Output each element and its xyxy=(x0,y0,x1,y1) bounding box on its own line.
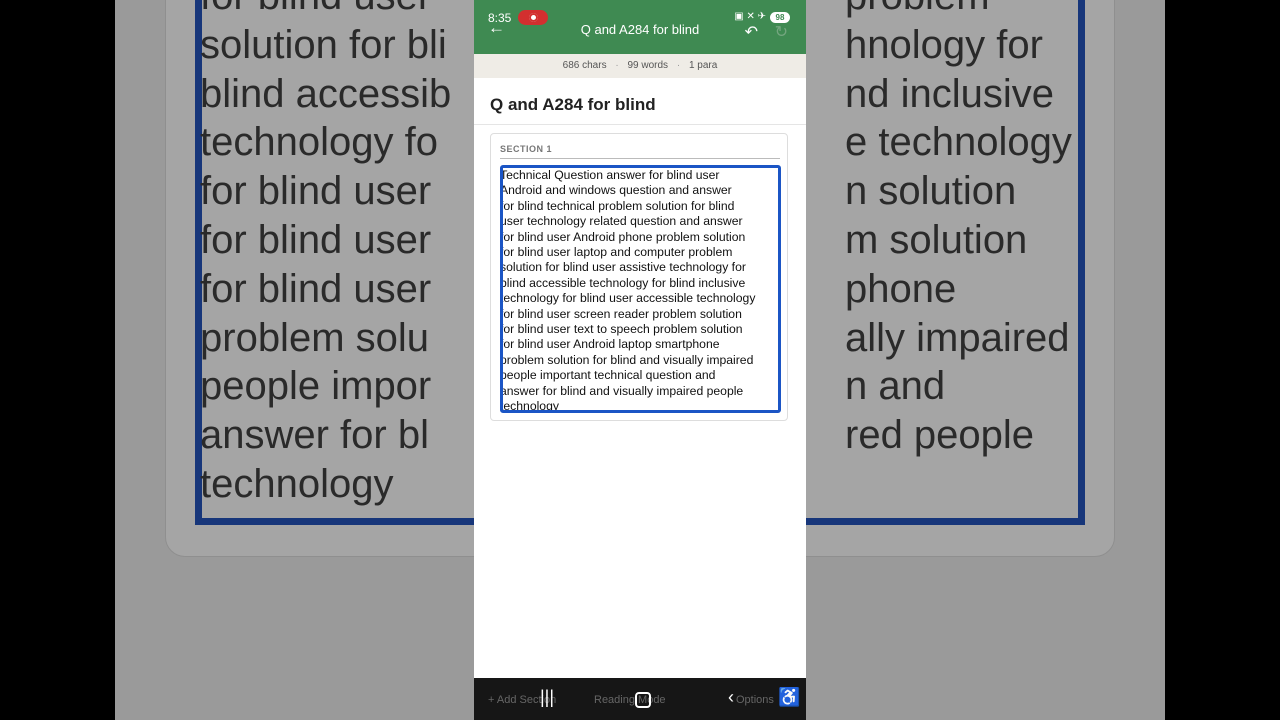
bg-line: ally impaired xyxy=(845,315,1070,360)
text-line: for blind user Android laptop smartphone xyxy=(500,337,720,352)
text-line: technology xyxy=(500,399,559,413)
text-line: problem solution for blind and visually … xyxy=(500,352,754,367)
char-count: 686 chars xyxy=(562,60,607,71)
document-title[interactable]: Q and A284 for blind xyxy=(490,95,656,115)
bg-line: n solution xyxy=(845,169,1017,214)
section-text-editor[interactable]: Technical Question answer for blind user… xyxy=(500,165,781,413)
redo-icon[interactable]: ↻ xyxy=(775,22,788,42)
text-line: technology for blind user accessible tec… xyxy=(500,291,756,306)
text-line: blind accessible technology for blind in… xyxy=(500,275,746,290)
text-line: answer for blind and visually impaired p… xyxy=(500,383,744,398)
stats-dot: · xyxy=(676,60,681,71)
stats-dot: · xyxy=(615,60,619,71)
document-stats: 686 chars · 99 words · 1 para xyxy=(474,54,806,78)
bg-line: hnology for xyxy=(845,22,1043,67)
recents-icon[interactable]: ||| xyxy=(540,687,554,708)
back-nav-icon[interactable]: ‹ xyxy=(728,687,734,708)
text-line: for blind technical problem solution for… xyxy=(500,198,735,213)
text-line: for blind user Android phone problem sol… xyxy=(500,229,746,244)
bottom-navigation: + Add Section Reading Mode Options ||| ‹… xyxy=(474,678,806,720)
app-toolbar: 8:35 ▣ ✕ ✈ 98 ← Q and A284 for blind ↶ ↻ xyxy=(474,0,806,54)
reading-mode-button[interactable]: Reading Mode xyxy=(594,694,666,706)
para-count: 1 para xyxy=(688,60,718,71)
bg-line: m solution xyxy=(845,217,1028,262)
text-line: solution for blind user assistive techno… xyxy=(500,260,746,275)
text-line: for blind user text to speech problem so… xyxy=(500,322,743,337)
phone-screen: 8:35 ▣ ✕ ✈ 98 ← Q and A284 for blind ↶ ↻… xyxy=(474,0,806,720)
text-line: for blind user screen reader problem sol… xyxy=(500,306,742,321)
text-line: Android and windows question and answer xyxy=(500,183,732,198)
word-count: 99 words xyxy=(627,60,669,71)
bg-line: nd inclusive xyxy=(845,71,1055,116)
text-line: people important technical question and xyxy=(500,368,716,383)
bg-line: n and xyxy=(845,364,946,409)
bg-line: phone xyxy=(845,266,957,311)
bg-line: problem xyxy=(845,0,1085,21)
home-icon[interactable] xyxy=(635,692,651,708)
section-label: SECTION 1 xyxy=(500,144,553,154)
text-line: Technical Question answer for blind user xyxy=(500,168,720,182)
text-line: for blind user laptop and computer probl… xyxy=(500,245,733,260)
text-line: user technology related question and ans… xyxy=(500,214,743,229)
section-card: SECTION 1 Technical Question answer for … xyxy=(490,133,788,421)
background-text-right: problem hnology for nd inclusive e techn… xyxy=(845,0,1085,460)
accessibility-icon[interactable]: ♿ xyxy=(778,687,800,708)
undo-icon[interactable]: ↶ xyxy=(745,22,758,42)
divider xyxy=(500,158,780,159)
signal-icons: ▣ ✕ ✈ xyxy=(734,11,766,22)
options-button[interactable]: Options xyxy=(736,694,774,706)
bg-line: red people xyxy=(845,413,1035,458)
bg-line: e technology xyxy=(845,120,1072,165)
divider xyxy=(474,124,806,125)
